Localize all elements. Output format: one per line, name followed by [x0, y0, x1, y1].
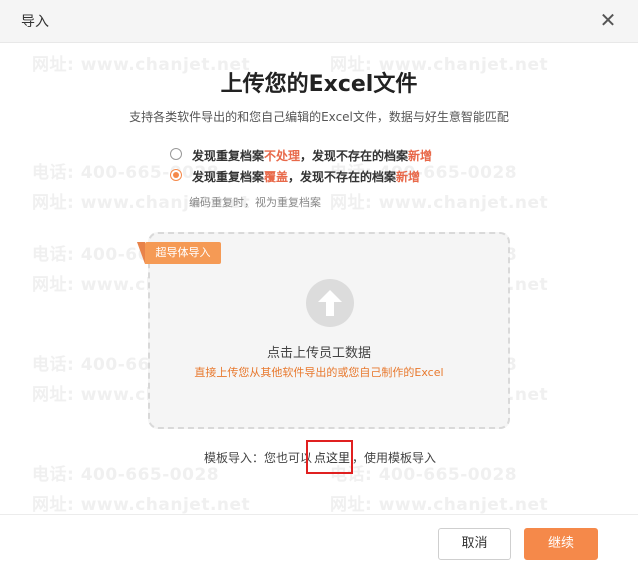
duplicate-note: 编码重复时，视为重复档案 [189, 196, 321, 209]
template-suffix: ，使用模板导入 [352, 451, 437, 465]
page-subtitle: 支持各类软件导出的和您自己编辑的Excel文件，数据与好生意智能匹配 [129, 110, 509, 124]
continue-button[interactable]: 继续 [524, 528, 598, 560]
upload-arrow-icon[interactable] [306, 279, 354, 327]
option-label: 发现重复档案不处理，发现不存在的档案新增 [192, 149, 433, 163]
divider [0, 514, 638, 515]
watermark-phone: 电话: 400-665-0028 [32, 465, 220, 485]
radio-button[interactable] [170, 148, 182, 160]
close-icon[interactable]: ✕ [598, 10, 618, 30]
watermark-site: 网址: www.chanjet.net [32, 495, 251, 515]
upload-label[interactable]: 点击上传员工数据 [0, 342, 638, 361]
upload-hint: 直接上传您从其他软件导出的或您自己制作的Excel [194, 366, 444, 379]
radio-button-checked[interactable] [170, 169, 182, 181]
dialog-header: 导入 ✕ [0, 0, 638, 43]
dialog-title: 导入 [21, 14, 49, 30]
ribbon-tail [137, 242, 145, 264]
watermark-site: 网址: www.chanjet.net [330, 495, 549, 515]
watermark-site: 网址: www.chanjet.net [330, 193, 549, 213]
cancel-button[interactable]: 取消 [438, 528, 511, 560]
page-title: 上传您的Excel文件 [220, 72, 418, 97]
ribbon-badge: 超导体导入 [145, 242, 221, 264]
option-label: 发现重复档案覆盖，发现不存在的档案新增 [192, 170, 421, 184]
template-prefix: 模板导入：您也可以 [204, 451, 313, 465]
annotation-highlight-box [306, 440, 353, 474]
